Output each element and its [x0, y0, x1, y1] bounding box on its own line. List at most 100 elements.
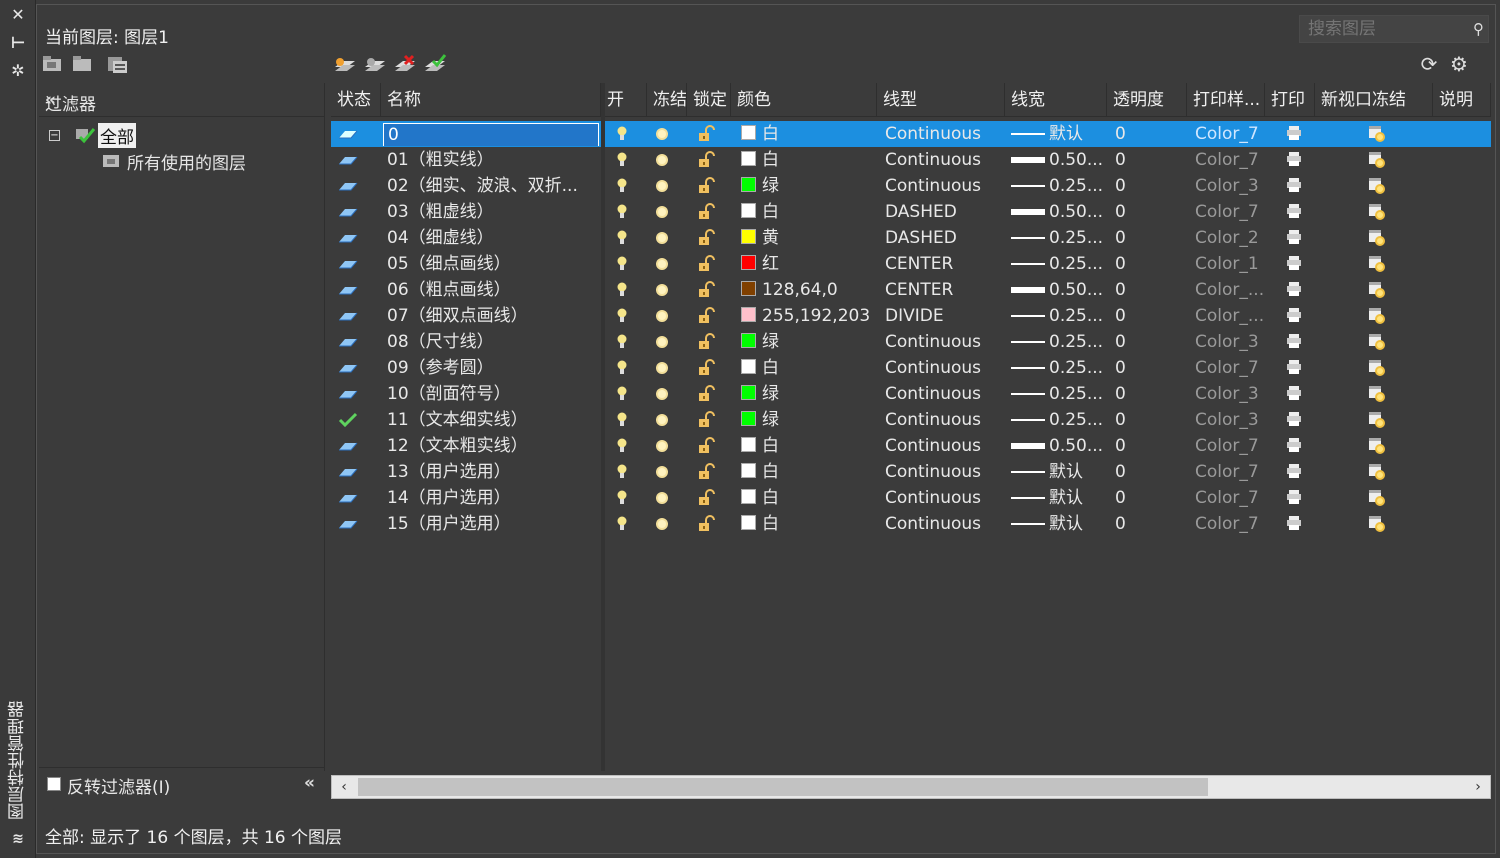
- vp-freeze-icon[interactable]: [1367, 462, 1389, 482]
- printer-icon[interactable]: [1285, 307, 1305, 325]
- lightbulb-on-icon[interactable]: [615, 151, 635, 169]
- unlock-icon[interactable]: [695, 307, 721, 325]
- lightbulb-on-icon[interactable]: [615, 255, 635, 273]
- freeze-sun-icon[interactable]: [653, 411, 677, 429]
- new-group-filter-icon[interactable]: [71, 53, 95, 75]
- unlock-icon[interactable]: [695, 177, 721, 195]
- freeze-sun-icon[interactable]: [653, 203, 677, 221]
- lineweight[interactable]: 0.25...: [1011, 407, 1107, 433]
- new-layer-vp-frozen-icon[interactable]: [363, 53, 387, 75]
- lightbulb-on-icon[interactable]: [615, 515, 635, 533]
- plot-style[interactable]: Color_7: [1195, 199, 1267, 225]
- vp-freeze-icon[interactable]: [1367, 202, 1389, 222]
- transparency[interactable]: 0: [1115, 485, 1175, 511]
- layer-name[interactable]: 01（粗实线）: [387, 147, 599, 173]
- plot-style[interactable]: Color_7: [1195, 355, 1267, 381]
- unlock-icon[interactable]: [695, 411, 721, 429]
- column-splitter[interactable]: [601, 83, 605, 771]
- transparency[interactable]: 0: [1115, 303, 1175, 329]
- lineweight[interactable]: 默认: [1011, 121, 1107, 147]
- linetype[interactable]: Continuous: [885, 355, 1001, 381]
- column-header[interactable]: 锁定: [687, 83, 731, 117]
- plot-style[interactable]: Color_3: [1195, 407, 1267, 433]
- collapse-node-icon[interactable]: −: [49, 129, 60, 141]
- freeze-sun-icon[interactable]: [653, 255, 677, 273]
- layer-name[interactable]: 15（用户选用）: [387, 511, 599, 537]
- lightbulb-on-icon[interactable]: [615, 125, 635, 143]
- scroll-right-icon[interactable]: ›: [1468, 777, 1488, 797]
- layer-color[interactable]: 绿: [741, 381, 881, 407]
- printer-icon[interactable]: [1285, 255, 1305, 273]
- layer-name[interactable]: 03（粗虚线）: [387, 199, 599, 225]
- vp-freeze-icon[interactable]: [1367, 306, 1389, 326]
- layer-color[interactable]: 白: [741, 511, 881, 537]
- column-header[interactable]: 颜色: [731, 83, 877, 117]
- search-input[interactable]: [1300, 16, 1460, 42]
- transparency[interactable]: 0: [1115, 121, 1175, 147]
- printer-icon[interactable]: [1285, 333, 1305, 351]
- plot-style[interactable]: Color_...: [1195, 277, 1267, 303]
- lightbulb-on-icon[interactable]: [615, 229, 635, 247]
- collapse-bottom-icon[interactable]: «: [304, 773, 315, 793]
- transparency[interactable]: 0: [1115, 277, 1175, 303]
- layer-color[interactable]: 白: [741, 485, 881, 511]
- transparency[interactable]: 0: [1115, 407, 1175, 433]
- layer-row[interactable]: 06（粗点画线） 128,64,0 CENTER 0.50... 0 Color_...: [331, 277, 1491, 303]
- layer-color[interactable]: 绿: [741, 329, 881, 355]
- lineweight[interactable]: 0.50...: [1011, 433, 1107, 459]
- printer-icon[interactable]: [1285, 385, 1305, 403]
- linetype[interactable]: Continuous: [885, 511, 1001, 537]
- vp-freeze-icon[interactable]: [1367, 384, 1389, 404]
- column-header[interactable]: 线型: [877, 83, 1005, 117]
- layer-color[interactable]: 绿: [741, 407, 881, 433]
- vp-freeze-icon[interactable]: [1367, 410, 1389, 430]
- layer-color[interactable]: 白: [741, 355, 881, 381]
- printer-icon[interactable]: [1285, 177, 1305, 195]
- unlock-icon[interactable]: [695, 489, 721, 507]
- column-header[interactable]: 冻结: [647, 83, 687, 117]
- transparency[interactable]: 0: [1115, 329, 1175, 355]
- plot-style[interactable]: Color_1: [1195, 251, 1267, 277]
- search-box[interactable]: ⚲: [1299, 15, 1489, 43]
- set-current-icon[interactable]: [423, 53, 447, 75]
- layer-name[interactable]: 10（剖面符号）: [387, 381, 599, 407]
- scroll-left-icon[interactable]: ‹: [334, 777, 354, 797]
- unlock-icon[interactable]: [695, 359, 721, 377]
- printer-icon[interactable]: [1285, 229, 1305, 247]
- printer-icon[interactable]: [1285, 359, 1305, 377]
- lightbulb-on-icon[interactable]: [615, 177, 635, 195]
- layer-name-input[interactable]: [383, 123, 599, 146]
- printer-icon[interactable]: [1285, 281, 1305, 299]
- plot-style[interactable]: Color_3: [1195, 173, 1267, 199]
- vp-freeze-icon[interactable]: [1367, 514, 1389, 534]
- column-header[interactable]: 打印样...: [1187, 83, 1265, 117]
- plot-style[interactable]: Color_7: [1195, 433, 1267, 459]
- layer-row[interactable]: 10（剖面符号） 绿 Continuous 0.25... 0 Color_3: [331, 381, 1491, 407]
- freeze-sun-icon[interactable]: [653, 463, 677, 481]
- layer-row[interactable]: 14（用户选用） 白 Continuous 默认 0 Color_7: [331, 485, 1491, 511]
- unlock-icon[interactable]: [695, 229, 721, 247]
- layer-states-icon[interactable]: [105, 53, 129, 75]
- transparency[interactable]: 0: [1115, 433, 1175, 459]
- layer-name[interactable]: 14（用户选用）: [387, 485, 599, 511]
- lineweight[interactable]: 0.25...: [1011, 173, 1107, 199]
- layer-row[interactable]: 07（细双点画线） 255,192,203 DIVIDE 0.25... 0 Color_…: [331, 303, 1491, 329]
- lineweight[interactable]: 0.25...: [1011, 251, 1107, 277]
- lightbulb-on-icon[interactable]: [615, 489, 635, 507]
- column-header[interactable]: 说明: [1433, 83, 1491, 117]
- unlock-icon[interactable]: [695, 437, 721, 455]
- vp-freeze-icon[interactable]: [1367, 176, 1389, 196]
- layer-row[interactable]: 03（粗虚线） 白 DASHED 0.50... 0 Color_7: [331, 199, 1491, 225]
- freeze-sun-icon[interactable]: [653, 515, 677, 533]
- linetype[interactable]: DASHED: [885, 199, 1001, 225]
- unlock-icon[interactable]: [695, 463, 721, 481]
- unlock-icon[interactable]: [695, 281, 721, 299]
- lineweight[interactable]: 默认: [1011, 511, 1107, 537]
- vp-freeze-icon[interactable]: [1367, 150, 1389, 170]
- layer-color[interactable]: 红: [741, 251, 881, 277]
- column-header[interactable]: 开: [601, 83, 647, 117]
- layer-name[interactable]: 09（参考圆）: [387, 355, 599, 381]
- plot-style[interactable]: Color_...: [1195, 303, 1267, 329]
- plot-style[interactable]: Color_7: [1195, 485, 1267, 511]
- vp-freeze-icon[interactable]: [1367, 488, 1389, 508]
